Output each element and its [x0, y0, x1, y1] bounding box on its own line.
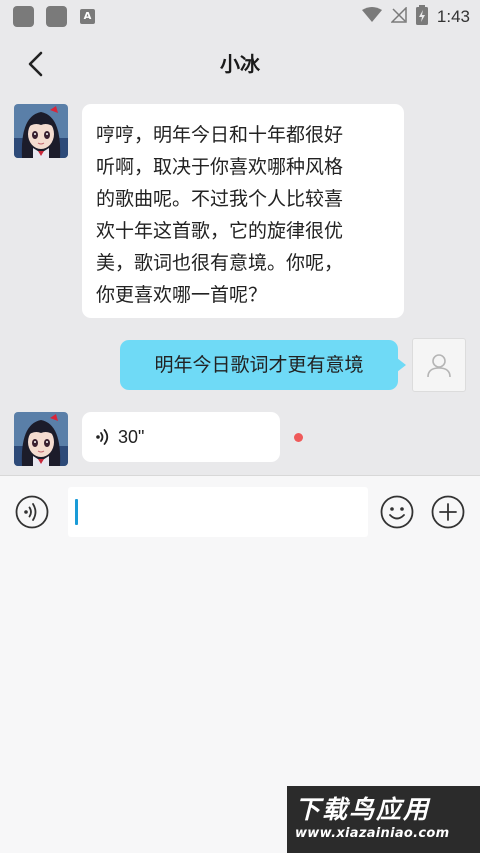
watermark-title: 下载鸟应用 [295, 795, 431, 824]
no-signal-icon [390, 6, 407, 27]
message-input[interactable] [68, 487, 368, 537]
unread-dot [294, 433, 303, 442]
watermark-url: www.xiazainiao.com [295, 826, 450, 841]
message-line: 哼哼，明年今日和十年都很好 [96, 124, 344, 146]
voice-mode-button[interactable] [15, 495, 49, 529]
app-square-icon [13, 6, 34, 27]
wifi-icon [361, 7, 382, 27]
chevron-left-icon [28, 51, 43, 77]
emoji-icon [380, 495, 414, 529]
message-line: 听啊，取决于你喜欢哪种风格 [96, 156, 344, 178]
bot-avatar[interactable] [14, 412, 68, 466]
message-line: 的歌曲呢。不过我个人比较喜 [96, 188, 344, 210]
message-line: 美，歌词也很有意境。你呢， [96, 252, 344, 274]
incoming-message-bubble[interactable]: 哼哼，明年今日和十年都很好 听啊，取决于你喜欢哪种风格 的歌曲呢。不过我个人比较… [82, 104, 404, 318]
message-line: 你更喜欢哪一首呢？ [96, 284, 268, 306]
user-avatar[interactable] [412, 338, 466, 392]
voice-wave-icon [96, 429, 109, 445]
a-badge-icon: A [80, 9, 95, 24]
chat-header: 小冰 [0, 34, 480, 94]
bot-avatar[interactable] [14, 104, 68, 158]
input-bar [0, 475, 480, 545]
voice-message-bubble[interactable]: 30" [82, 412, 280, 462]
plus-icon [431, 495, 465, 529]
back-button[interactable] [18, 46, 54, 82]
app-square-icon [46, 6, 67, 27]
user-placeholder-avatar [427, 354, 451, 378]
voice-duration: 30" [118, 426, 145, 447]
more-button[interactable] [431, 495, 465, 529]
clock: 1:43 [436, 7, 470, 26]
message-text: 明年今日歌词才更有意境 [154, 354, 364, 376]
anime-girl-avatar [14, 104, 68, 158]
text-caret [75, 499, 78, 525]
message-list[interactable]: 哼哼，明年今日和十年都很好 听啊，取决于你喜欢哪种风格 的歌曲呢。不过我个人比较… [0, 94, 480, 475]
outgoing-message-bubble[interactable]: 明年今日歌词才更有意境 [120, 340, 406, 390]
watermark: 下载鸟应用 www.xiazainiao.com [287, 786, 480, 853]
emoji-button[interactable] [380, 495, 414, 529]
message-line: 欢十年这首歌，它的旋律很优 [96, 220, 344, 242]
anime-girl-avatar [14, 412, 68, 466]
voice-mode-icon [15, 495, 49, 529]
page-title: 小冰 [220, 52, 260, 76]
status-bar: A 1:43 [0, 0, 480, 34]
battery-charging-icon [415, 5, 428, 29]
